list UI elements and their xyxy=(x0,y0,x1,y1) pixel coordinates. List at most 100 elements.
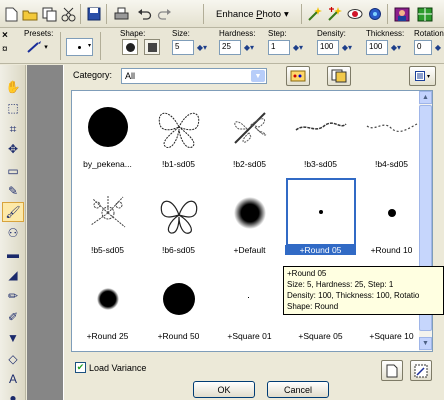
brush-cell[interactable]: +Square 01 xyxy=(214,267,285,351)
brush-name: !b6-sd05 xyxy=(161,245,196,255)
brush-thumbnail-icon xyxy=(147,269,210,329)
color-icon[interactable] xyxy=(366,5,384,23)
brush-cell[interactable]: !b5-sd05 xyxy=(72,181,143,267)
options-separator xyxy=(100,32,101,60)
undo-icon[interactable] xyxy=(135,5,153,23)
stamp-tool-icon[interactable]: ⚇ xyxy=(2,223,24,243)
brush-cell[interactable]: !b3-sd05 xyxy=(285,95,356,181)
rotation-stepper[interactable]: ◆ xyxy=(432,40,444,55)
density-input[interactable]: 100 xyxy=(317,40,339,55)
brush-name: !b3-sd05 xyxy=(303,159,338,169)
smudge-tool-icon[interactable]: ◢ xyxy=(2,265,24,285)
wand-plus-icon[interactable] xyxy=(326,5,344,23)
brush-name: !b4-sd05 xyxy=(374,159,409,169)
brush-cell[interactable]: by_pekena... xyxy=(72,95,143,181)
move-tool-icon[interactable]: ✥ xyxy=(2,139,24,159)
step-input[interactable]: 1 xyxy=(268,40,290,55)
brush-thumbnail-icon xyxy=(76,97,139,157)
brush-preview[interactable]: ▾ xyxy=(66,38,93,56)
brush-name: +Default xyxy=(233,245,266,255)
brush-cell[interactable]: +Round 05 xyxy=(285,178,356,267)
step-stepper[interactable]: ◆▾ xyxy=(290,40,306,55)
load-variance-label: Load Variance xyxy=(89,362,147,373)
brush-library-button[interactable] xyxy=(327,66,351,86)
print-icon[interactable] xyxy=(112,5,130,23)
save-icon[interactable] xyxy=(85,5,103,23)
brush-thumbnail-icon xyxy=(76,183,139,243)
shape-round-button[interactable] xyxy=(122,39,138,55)
marquee-tool-icon[interactable]: ⬚ xyxy=(2,98,24,118)
presets-brush-icon[interactable]: ▾ xyxy=(26,39,48,55)
open-icon[interactable] xyxy=(21,5,39,23)
dodge-tool-icon[interactable]: ✐ xyxy=(2,307,24,327)
brush-cell[interactable]: !b1-sd05 xyxy=(143,95,214,181)
copy-icon[interactable] xyxy=(40,5,58,23)
image-icon[interactable] xyxy=(393,5,411,23)
brush-thumbnail-icon xyxy=(147,97,210,157)
crop-tool-icon[interactable]: ⌗ xyxy=(2,119,24,139)
brush-name: +Round 10 xyxy=(370,245,413,255)
brush-thumbnail-icon xyxy=(218,97,281,157)
hardness-input[interactable]: 25 xyxy=(219,40,241,55)
rect-select-icon[interactable]: ▭ xyxy=(2,161,24,181)
ok-button[interactable]: OK xyxy=(193,381,255,398)
tooltip-title: +Round 05 xyxy=(287,269,327,278)
toolbar-separator xyxy=(387,4,388,24)
eraser-tool-icon[interactable]: ▬ xyxy=(2,244,24,264)
list-view-icon xyxy=(414,71,425,81)
grid-icon[interactable] xyxy=(416,5,434,23)
thickness-input[interactable]: 100 xyxy=(366,40,388,55)
brush-thumbnail-icon xyxy=(289,97,352,157)
thickness-label: Thickness: xyxy=(366,29,405,38)
red-eye-icon[interactable] xyxy=(346,5,364,23)
wand-icon[interactable] xyxy=(306,5,324,23)
view-menu-button[interactable]: ▾ xyxy=(409,66,436,86)
scissors-icon[interactable] xyxy=(59,5,77,23)
brush-cell[interactable]: !b6-sd05 xyxy=(143,181,214,267)
new-doc-icon[interactable] xyxy=(2,5,20,23)
brush-cell[interactable]: !b2-sd05 xyxy=(214,95,285,181)
eyedropper-icon[interactable]: ✎ xyxy=(2,181,24,201)
enhance-photo-menu[interactable]: Enhance Photo ▾ xyxy=(210,6,295,22)
brush-name: +Round 05 xyxy=(285,245,356,255)
pencil-tool-icon[interactable]: ✏ xyxy=(2,286,24,306)
brush-tool-icon[interactable]: 🖌 xyxy=(2,202,24,222)
thickness-stepper[interactable]: ◆▾ xyxy=(388,40,404,55)
bucket-tool-icon[interactable]: ▼ xyxy=(2,328,24,348)
toolbar-separator xyxy=(106,4,107,24)
shape-square-button[interactable] xyxy=(144,39,160,55)
cancel-button[interactable]: Cancel xyxy=(267,381,329,398)
size-input[interactable]: 5 xyxy=(172,40,194,55)
brush-cell[interactable]: +Round 50 xyxy=(143,267,214,351)
rotation-input[interactable]: 0 xyxy=(414,40,432,55)
category-select[interactable]: All ▼ xyxy=(121,68,267,84)
enhance-photo-label: Enhance Photo xyxy=(216,8,281,20)
brush-name: +Square 10 xyxy=(369,331,414,341)
brush-thumbnail-icon xyxy=(360,97,423,157)
brush-cell[interactable]: +Round 25 xyxy=(72,267,143,351)
brush-cell[interactable]: +Default xyxy=(214,181,285,267)
brush-cell[interactable]: +Round 10 xyxy=(356,181,427,267)
hardness-stepper[interactable]: ◆▾ xyxy=(241,40,257,55)
brush-name: +Round 50 xyxy=(157,331,200,341)
edit-icon xyxy=(414,364,428,377)
close-icon[interactable]: × xyxy=(2,30,8,41)
tooltip-shape: Shape: Round xyxy=(287,302,339,311)
redo-icon[interactable] xyxy=(155,5,173,23)
options-separator xyxy=(60,32,61,60)
hand-tool-icon[interactable]: ✋ xyxy=(2,77,24,97)
brush-cell[interactable]: !b4-sd05 xyxy=(356,95,427,181)
save-brush-button[interactable] xyxy=(381,360,403,381)
shape-tool-icon[interactable]: ● xyxy=(2,388,24,400)
palette-icon xyxy=(290,70,306,82)
brush-thumbnail-icon xyxy=(218,269,281,329)
load-variance-checkbox[interactable]: ✔ Load Variance xyxy=(75,362,146,373)
brush-settings-button[interactable] xyxy=(286,66,310,86)
edit-brush-button[interactable] xyxy=(410,360,432,381)
text-tool-icon[interactable]: A xyxy=(2,369,24,389)
fill-tool-icon[interactable]: ◇ xyxy=(2,349,24,369)
density-stepper[interactable]: ◆▾ xyxy=(339,40,355,55)
document-icon xyxy=(386,364,398,377)
canvas-background xyxy=(27,65,63,400)
size-stepper[interactable]: ◆▾ xyxy=(194,40,210,55)
